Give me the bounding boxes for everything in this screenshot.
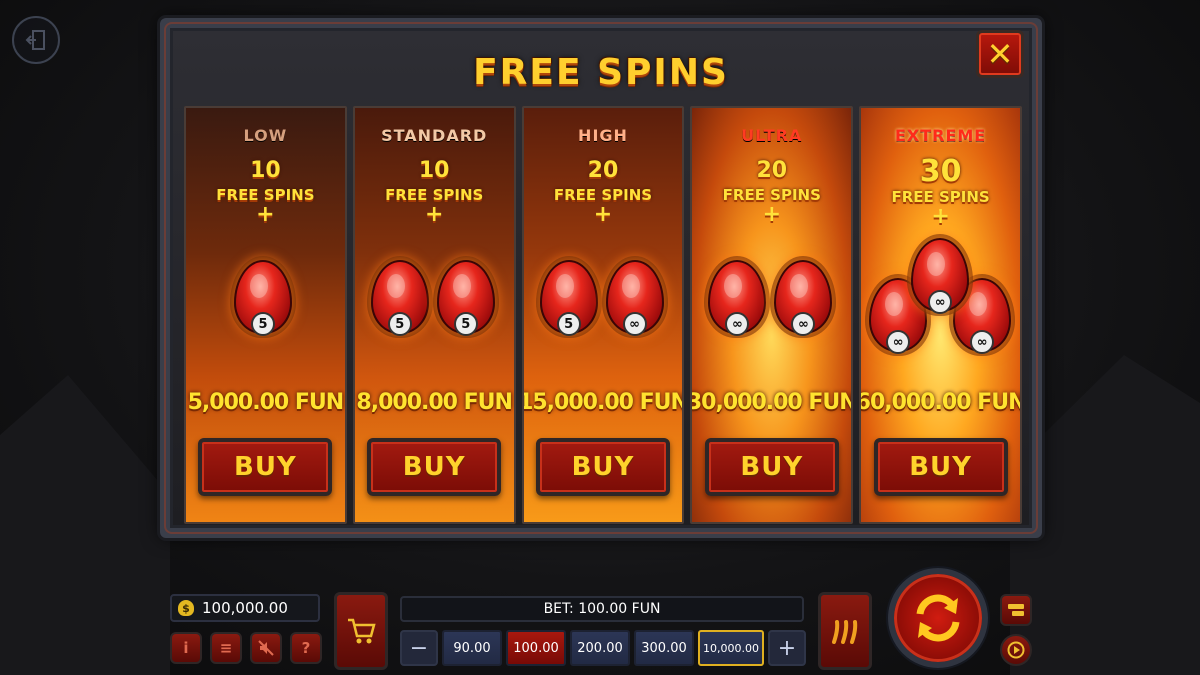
price-label: 8,000.00 FUN bbox=[356, 390, 513, 415]
egg-group: ∞ ∞ ∞ bbox=[861, 238, 1020, 372]
background-rock-left bbox=[0, 375, 170, 675]
tier-label: HIGH bbox=[578, 126, 628, 145]
buy-button-ultra[interactable]: BUY bbox=[704, 438, 839, 496]
bet-increase-button[interactable]: + bbox=[768, 630, 806, 666]
egg-infinity-badge: ∞ bbox=[970, 330, 995, 354]
tier-label: STANDARD bbox=[381, 126, 488, 145]
help-icon: ? bbox=[301, 639, 311, 657]
bet-option-selected[interactable]: 100.00 bbox=[506, 630, 566, 666]
buy-button-low[interactable]: BUY bbox=[198, 438, 333, 496]
spins-count: 20 bbox=[756, 158, 788, 183]
dragon-egg-icon: 5 bbox=[370, 260, 429, 336]
autoplay-icon bbox=[1008, 604, 1024, 616]
price-label: 60,000.00 FUN bbox=[859, 390, 1022, 415]
shopping-cart-icon bbox=[348, 618, 376, 644]
bet-decrease-button[interactable]: − bbox=[400, 630, 438, 666]
egg-infinity-badge: ∞ bbox=[622, 312, 647, 336]
egg-multiplier-badge: 5 bbox=[453, 312, 478, 336]
plus-sign: + bbox=[256, 202, 275, 227]
buy-label: BUY bbox=[909, 452, 972, 482]
egg-infinity-badge: ∞ bbox=[725, 312, 750, 336]
spins-count: 20 bbox=[587, 158, 619, 183]
egg-multiplier-badge: 5 bbox=[387, 312, 412, 336]
money-bag-icon: $ bbox=[178, 600, 194, 616]
buy-button-high[interactable]: BUY bbox=[535, 438, 670, 496]
autoplay-button[interactable] bbox=[1000, 594, 1032, 626]
tier-label: EXTREME bbox=[894, 126, 987, 145]
bet-option[interactable]: 300.00 bbox=[634, 630, 694, 666]
dragon-egg-icon: 5 bbox=[539, 260, 598, 336]
sound-mute-icon bbox=[258, 640, 274, 656]
dragon-egg-icon: 5 bbox=[436, 260, 495, 336]
buy-feature-button[interactable] bbox=[334, 592, 388, 670]
egg-multiplier-badge: 5 bbox=[556, 312, 581, 336]
plus-sign: + bbox=[424, 202, 444, 227]
egg-group: 5 ∞ bbox=[524, 240, 683, 370]
exit-button[interactable] bbox=[12, 16, 60, 64]
dragon-egg-icon: ∞ bbox=[708, 260, 767, 336]
egg-infinity-badge: ∞ bbox=[928, 290, 953, 314]
utility-buttons: i ≡ ? bbox=[170, 632, 322, 664]
egg-group: ∞ ∞ bbox=[692, 240, 851, 370]
info-icon: i bbox=[183, 639, 189, 657]
menu-button[interactable]: ≡ bbox=[210, 632, 242, 664]
help-button[interactable]: ? bbox=[290, 632, 322, 664]
bet-option[interactable]: 90.00 bbox=[442, 630, 502, 666]
tier-label: LOW bbox=[243, 126, 288, 145]
egg-multiplier-badge: 5 bbox=[251, 312, 275, 336]
turbo-chili-icon bbox=[832, 620, 858, 644]
spin-arrows-icon bbox=[916, 594, 960, 642]
bonus-panels: LOW 10 FREE SPINS + 5 5,000.00 FUN BUY S… bbox=[184, 106, 1022, 524]
egg-infinity-badge: ∞ bbox=[791, 312, 816, 336]
bet-selector: − 90.00 100.00 200.00 300.00 10,000.00 + bbox=[400, 630, 806, 666]
tier-label: ULTRA bbox=[741, 126, 803, 145]
spins-count: 10 bbox=[418, 158, 450, 183]
play-button[interactable] bbox=[1000, 634, 1032, 666]
bet-option-custom[interactable]: 10,000.00 bbox=[698, 630, 764, 666]
balance-display: $ 100,000.00 bbox=[170, 594, 320, 622]
buy-label: BUY bbox=[234, 452, 297, 482]
egg-group: 5 5 bbox=[355, 240, 514, 370]
buy-label: BUY bbox=[740, 452, 804, 482]
turbo-button[interactable] bbox=[818, 592, 872, 670]
buy-label: BUY bbox=[402, 452, 466, 482]
bet-option[interactable]: 200.00 bbox=[570, 630, 630, 666]
close-x-icon: ✕ bbox=[986, 35, 1014, 73]
price-label: 5,000.00 FUN bbox=[187, 390, 345, 415]
info-button[interactable]: i bbox=[170, 632, 202, 664]
sound-button[interactable] bbox=[250, 632, 282, 664]
dragon-egg-icon: ∞ bbox=[605, 260, 664, 336]
play-icon bbox=[1007, 641, 1025, 659]
dragon-egg-icon: 5 bbox=[234, 260, 292, 336]
bet-display: BET: 100.00 FUN bbox=[400, 596, 804, 622]
balance-value: 100,000.00 bbox=[202, 599, 288, 617]
spins-count: 30 bbox=[919, 154, 962, 189]
plus-sign: + bbox=[762, 202, 781, 227]
bonus-panel-ultra: ULTRA 20 FREE SPINS + ∞ ∞ 30,000.00 FUN … bbox=[690, 106, 854, 524]
egg-group: 5 bbox=[186, 240, 345, 370]
price-label: 15,000.00 FUN bbox=[521, 390, 685, 415]
buy-button-standard[interactable]: BUY bbox=[367, 438, 502, 496]
bonus-panel-extreme: EXTREME 30 FREE SPINS + ∞ ∞ ∞ 60,000.00 … bbox=[859, 106, 1022, 524]
plus-sign: + bbox=[931, 204, 950, 229]
close-button[interactable]: ✕ bbox=[976, 30, 1024, 78]
spins-count: 10 bbox=[250, 158, 281, 183]
dialog-title: FREE SPINS bbox=[473, 52, 729, 93]
menu-icon: ≡ bbox=[219, 639, 233, 657]
dragon-egg-icon: ∞ bbox=[774, 260, 833, 336]
free-spins-dialog: FREE SPINS ✕ LOW 10 FREE SPINS + 5 5,000… bbox=[160, 18, 1042, 538]
dragon-egg-icon: ∞ bbox=[911, 238, 970, 314]
plus-sign: + bbox=[593, 202, 613, 227]
spin-button[interactable] bbox=[888, 568, 988, 668]
bonus-panel-standard: STANDARD 10 FREE SPINS + 5 5 8,000.00 FU… bbox=[352, 106, 516, 524]
buy-button-extreme[interactable]: BUY bbox=[873, 438, 1008, 496]
egg-infinity-badge: ∞ bbox=[886, 330, 911, 354]
buy-label: BUY bbox=[571, 452, 635, 482]
price-label: 30,000.00 FUN bbox=[690, 390, 854, 415]
bonus-panel-high: HIGH 20 FREE SPINS + 5 ∞ 15,000.00 FUN B… bbox=[521, 106, 685, 524]
exit-door-icon bbox=[25, 30, 45, 50]
bonus-panel-low: LOW 10 FREE SPINS + 5 5,000.00 FUN BUY bbox=[184, 106, 347, 524]
